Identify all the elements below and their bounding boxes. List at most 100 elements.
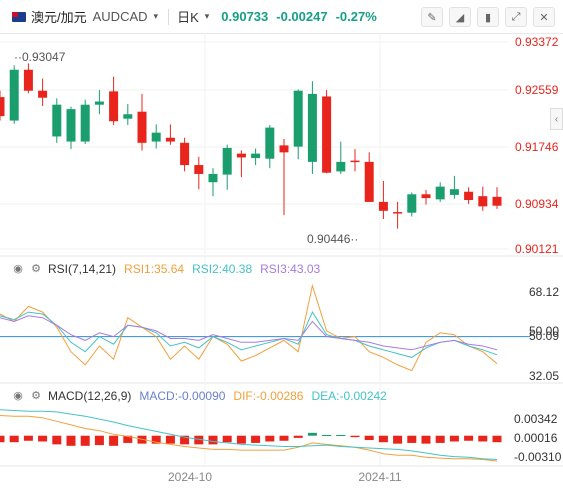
candle-body — [251, 153, 261, 159]
collapse-arrow-icon[interactable]: ‹ — [550, 108, 563, 130]
candle-body — [421, 194, 431, 199]
macd-bar — [38, 435, 48, 442]
eye-icon[interactable]: ◉ — [12, 390, 24, 402]
high-annotation: ··0.93047 — [14, 50, 66, 64]
macd-bar — [80, 435, 90, 446]
y-tick-label: 0.90121 — [515, 242, 559, 256]
candle-body — [80, 104, 90, 142]
macd-bar — [0, 435, 5, 443]
rsi-tick-label: 68.12 — [529, 285, 559, 299]
candle-body — [322, 96, 332, 173]
macd-bar — [293, 435, 303, 438]
eye-icon[interactable]: ◉ — [12, 263, 24, 275]
macd-value: MACD:-0.00090 — [139, 389, 226, 403]
low-annotation: 0.90446·· — [307, 232, 358, 246]
rsi-series-line — [0, 311, 498, 358]
macd-bar — [378, 435, 388, 443]
macd-bar — [265, 435, 275, 442]
candle-body — [137, 111, 147, 143]
candle-body — [151, 132, 161, 142]
candle-body — [222, 147, 232, 175]
macd-bar — [421, 435, 431, 444]
macd-tick-label: -0.00310 — [514, 450, 562, 464]
candle-body — [38, 90, 48, 98]
macd-bar — [52, 435, 62, 445]
candle-body — [378, 201, 388, 211]
candle-body — [23, 69, 33, 91]
dea-value: DEA:-0.00242 — [311, 389, 387, 403]
dif-value: DIF:-0.00286 — [233, 389, 304, 403]
rsi-series-line — [0, 283, 498, 372]
rsi-tick-label: 50.09 — [529, 329, 559, 343]
x-tick-label: 2024-11 — [358, 470, 401, 484]
candle-body — [194, 165, 204, 174]
macd-bar — [307, 432, 317, 436]
macd-bar — [322, 435, 332, 436]
settings-icon[interactable]: ⚙ — [30, 390, 42, 402]
candle-body — [109, 91, 119, 122]
candle-body — [165, 137, 175, 142]
candle-body — [94, 101, 104, 105]
candle-body — [265, 127, 275, 159]
settings-icon[interactable]: ⚙ — [30, 263, 42, 275]
dea-line — [0, 409, 498, 460]
rsi-label: RSI(7,14,21) — [48, 262, 117, 276]
macd-bar — [23, 435, 33, 441]
candle-body — [478, 196, 488, 207]
candle-body — [492, 196, 502, 206]
macd-bar — [208, 435, 218, 445]
macd-bar — [364, 435, 374, 441]
candle-body — [435, 186, 445, 200]
y-tick-label: 0.93372 — [515, 35, 559, 49]
macd-bar — [165, 435, 175, 444]
rsi-header: ◉ ⚙ RSI(7,14,21) RSI1:35.64 RSI2:40.38 R… — [0, 260, 320, 278]
macd-bar — [9, 435, 19, 443]
macd-bar — [464, 435, 474, 441]
macd-bar — [407, 435, 417, 443]
candle-body — [208, 173, 218, 183]
macd-bar — [236, 435, 246, 444]
rsi3-value: RSI3:43.03 — [260, 262, 321, 276]
macd-bar — [492, 435, 502, 443]
macd-bar — [393, 435, 403, 444]
chart-canvas[interactable]: 0.93372 0.92559 0.91746 0.90934 0.90121 ··0.9… — [0, 0, 563, 488]
macd-bar — [350, 435, 360, 438]
y-tick-label: 0.90934 — [515, 197, 559, 211]
macd-bar — [449, 435, 459, 442]
macd-bar — [279, 435, 289, 441]
candle-body — [464, 191, 474, 200]
rsi2-value: RSI2:40.38 — [192, 262, 253, 276]
candle-body — [66, 109, 76, 142]
candle-body — [364, 161, 374, 202]
candle-body — [307, 93, 317, 162]
candle-body — [393, 212, 403, 214]
candle-body — [293, 90, 303, 147]
macd-bar — [109, 435, 119, 446]
candle-body — [279, 145, 289, 153]
candle-body — [236, 153, 246, 158]
y-tick-label: 0.92559 — [515, 83, 559, 97]
candle-body — [52, 104, 62, 137]
candle-body — [0, 97, 5, 117]
candle-body — [350, 160, 360, 163]
macd-header: ◉ ⚙ MACD(12,26,9) MACD:-0.00090 DIF:-0.0… — [0, 387, 387, 405]
candle-body — [407, 194, 417, 213]
y-tick-label: 0.91746 — [515, 140, 559, 154]
rsi1-value: RSI1:35.64 — [124, 262, 185, 276]
macd-bar — [66, 435, 76, 446]
candle-body — [336, 161, 346, 172]
macd-bar — [435, 435, 445, 443]
candle-body — [180, 142, 190, 166]
macd-tick-label: 0.00016 — [514, 431, 558, 445]
macd-bar — [336, 435, 346, 436]
candle-body — [449, 189, 459, 195]
candle-body — [9, 69, 19, 121]
macd-label: MACD(12,26,9) — [48, 389, 132, 403]
macd-bar — [478, 435, 488, 442]
macd-tick-label: 0.00342 — [514, 412, 558, 426]
macd-bar — [222, 435, 232, 443]
macd-bar — [251, 435, 261, 443]
rsi-tick-label: 32.05 — [529, 369, 559, 383]
candle-body — [123, 114, 133, 119]
macd-bar — [94, 435, 104, 446]
